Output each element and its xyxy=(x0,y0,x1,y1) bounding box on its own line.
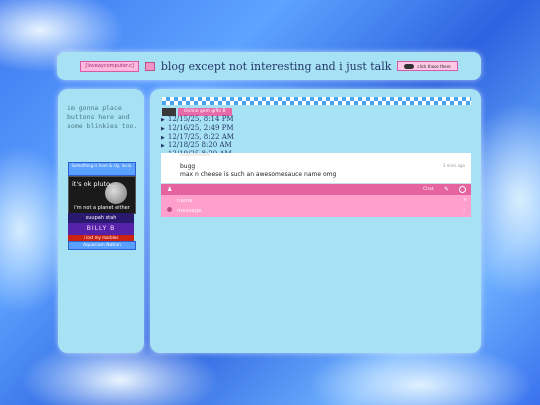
right-badge-label: click those there xyxy=(417,63,451,69)
chat-message: bugg max n cheese is such an awesomesauc… xyxy=(161,153,471,186)
close-icon[interactable] xyxy=(459,186,466,193)
user-icon[interactable]: ♟ xyxy=(167,186,173,193)
name-input[interactable] xyxy=(177,196,455,205)
sidebar-text: im gonna place buttons here and some bli… xyxy=(67,104,138,130)
edit-icon[interactable]: ✎ xyxy=(444,186,449,193)
checker-divider xyxy=(162,97,471,105)
computer-icon xyxy=(144,61,155,71)
chat-timestamp: 3 mins ago xyxy=(442,163,465,168)
sidebar-button-pluto[interactable]: it's ok pluto... i'm not a planet either xyxy=(68,176,136,214)
sidebar: im gonna place buttons here and some bli… xyxy=(58,89,144,353)
car-icon xyxy=(404,63,415,69)
header-panel: [loveaycomputer.c] blog except not inter… xyxy=(57,52,481,80)
send-icon[interactable]: › xyxy=(463,207,465,213)
sidebar-button-aquarium[interactable]: Aquarium Nation xyxy=(68,241,136,250)
right-badge[interactable]: click those there xyxy=(397,61,458,71)
main-panel: Online gem gifts B ▶ 12/15/25, 8:14 PM ▶ 1… xyxy=(150,89,481,353)
triangle-right-icon: ▶ xyxy=(161,125,165,132)
triangle-right-icon: ▶ xyxy=(161,134,165,141)
chat-username: bugg xyxy=(180,163,196,170)
sidebar-button-stan[interactable]: suupah stah xyxy=(68,213,134,223)
sidebar-button-1[interactable]: Something is here & sly, lovin. xyxy=(68,162,136,176)
site-badge[interactable]: [loveaycomputer.c] xyxy=(80,60,139,72)
scroll-fragment xyxy=(180,153,210,156)
triangle-right-icon: ▶ xyxy=(161,143,165,150)
sidebar-button-billy[interactable]: BILLY B xyxy=(68,223,134,235)
pluto-sublabel: i'm not a planet either xyxy=(74,205,130,211)
clear-icon[interactable]: × xyxy=(463,197,467,203)
blog-title: blog except not interesting and i just t… xyxy=(160,59,392,73)
pluto-label: it's ok pluto... xyxy=(72,180,117,188)
chat-form: ♟ Chat ✎ × › xyxy=(161,184,471,217)
emoji-icon[interactable] xyxy=(167,207,172,212)
chat-tab-label[interactable]: Chat xyxy=(423,186,434,193)
triangle-right-icon: ▶ xyxy=(161,117,165,123)
chat-text: max n cheese is such an awesomesauce nam… xyxy=(180,171,337,178)
message-input[interactable] xyxy=(177,206,455,215)
